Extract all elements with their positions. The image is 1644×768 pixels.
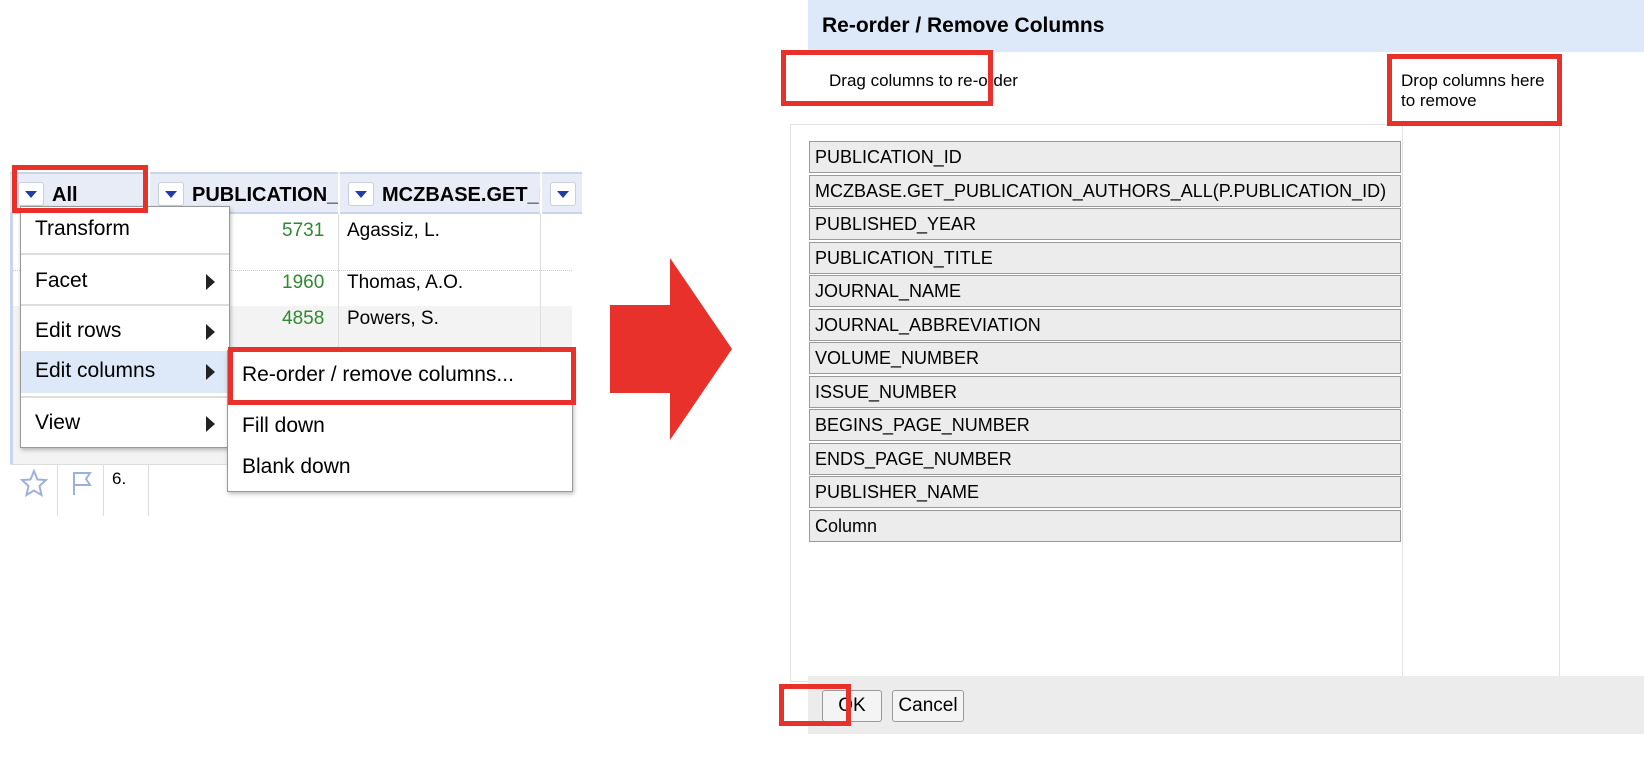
column-list-item-label: JOURNAL_ABBREVIATION <box>815 314 1041 335</box>
column-list-item[interactable]: JOURNAL_NAME <box>809 275 1401 307</box>
chevron-right-icon <box>206 324 215 340</box>
menu-item-view[interactable]: View <box>21 403 229 443</box>
column-list-item-label: PUBLICATION_ID <box>815 147 962 167</box>
column-list-item-label: PUBLISHER_NAME <box>815 482 980 502</box>
column-list-item[interactable]: Column <box>809 509 1401 542</box>
cancel-button[interactable]: Cancel <box>892 690 964 722</box>
menu-separator <box>21 396 229 398</box>
menu-item-label: Facet <box>35 269 88 292</box>
dialog-title: Re-order / Remove Columns <box>822 14 1105 37</box>
column-list-item[interactable]: PUBLICATION_ID <box>809 141 1401 173</box>
menu-item-label: Edit rows <box>35 319 122 342</box>
menu-separator <box>21 304 229 306</box>
publication-id-cell: 5731 <box>282 220 325 241</box>
reorder-remove-columns-dialog: Re-order / Remove Columns Drag columns t… <box>779 0 1644 768</box>
cell-divider <box>57 465 58 516</box>
star-icon[interactable] <box>20 469 48 497</box>
cell-divider <box>148 465 149 516</box>
column-list-item-label: PUBLICATION_TITLE <box>815 247 993 268</box>
menu-item-facet[interactable]: Facet <box>21 261 229 301</box>
column-list-item[interactable]: ENDS_PAGE_NUMBER <box>809 442 1401 475</box>
column-list-item-label: JOURNAL_NAME <box>815 281 962 301</box>
column-list-item[interactable]: PUBLISHER_NAME <box>809 476 1401 508</box>
column-list-item-label: PUBLISHED_YEAR <box>815 214 977 234</box>
menu-item-blank-down[interactable]: Blank down <box>228 447 572 487</box>
column-header-label: PUBLICATION_II <box>192 184 338 206</box>
column-list-item[interactable]: VOLUME_NUMBER <box>809 342 1401 374</box>
dialog-footer: OK Cancel <box>808 676 1644 734</box>
publication-id-cell: 1960 <box>282 272 325 293</box>
arrow-right-icon <box>610 258 732 440</box>
highlight-box <box>12 165 148 213</box>
column-list-item[interactable]: MCZBASE.GET_PUBLICATION_AUTHORS_ALL(P.PU… <box>809 174 1401 207</box>
chevron-right-icon <box>206 416 215 432</box>
remove-drop-zone[interactable] <box>1402 124 1560 682</box>
menu-item-label: Edit columns <box>35 359 156 382</box>
column-list-item[interactable]: PUBLISHED_YEAR <box>809 208 1401 240</box>
column-header-next[interactable] <box>542 172 582 214</box>
flag-icon[interactable] <box>68 469 96 497</box>
column-context-menu: Transform Facet Edit rows Edit columns V… <box>20 206 230 448</box>
chevron-right-icon <box>206 364 215 380</box>
column-header-authors[interactable]: MCZBASE.GET_P <box>340 172 540 214</box>
chevron-down-icon[interactable] <box>348 182 374 206</box>
column-list-item-label: MCZBASE.GET_PUBLICATION_AUTHORS_ALL(P.PU… <box>815 180 1387 201</box>
publication-id-cell: 4858 <box>282 308 325 329</box>
menu-item-edit-rows[interactable]: Edit rows <box>21 311 229 351</box>
column-list-item-label: BEGINS_PAGE_NUMBER <box>815 415 1030 435</box>
chevron-down-icon[interactable] <box>158 182 184 206</box>
highlight-box <box>781 50 993 106</box>
highlight-box <box>779 684 851 726</box>
column-list-item[interactable]: JOURNAL_ABBREVIATION <box>809 308 1401 341</box>
column-order-list: PUBLICATION_ID MCZBASE.GET_PUBLICATION_AU… <box>790 124 1412 682</box>
highlight-box <box>1387 54 1562 126</box>
highlight-box <box>228 347 576 405</box>
column-list-item[interactable]: ISSUE_NUMBER <box>809 375 1401 408</box>
author-cell: Thomas, A.O. <box>347 272 464 293</box>
column-header-label: MCZBASE.GET_P <box>382 184 540 206</box>
menu-item-transform[interactable]: Transform <box>21 209 229 249</box>
menu-item-label: Transform <box>35 217 130 240</box>
column-list-item-label: Column <box>815 515 878 536</box>
column-list-item-label: VOLUME_NUMBER <box>815 348 980 368</box>
column-list-item[interactable]: BEGINS_PAGE_NUMBER <box>809 409 1401 441</box>
row-number: 6. <box>112 469 127 488</box>
menu-item-edit-columns[interactable]: Edit columns <box>21 351 229 393</box>
menu-item-label: Fill down <box>242 414 325 437</box>
column-list-item-label: ISSUE_NUMBER <box>815 381 958 402</box>
menu-separator <box>21 253 229 255</box>
menu-item-label: View <box>35 411 81 434</box>
author-cell: Agassiz, L. <box>347 220 440 241</box>
menu-item-fill-down[interactable]: Fill down <box>228 406 572 446</box>
author-cell: Powers, S. <box>347 308 439 329</box>
menu-item-label: Blank down <box>242 455 351 478</box>
column-list-item[interactable]: PUBLICATION_TITLE <box>809 241 1401 274</box>
dialog-title-bar: Re-order / Remove Columns <box>808 0 1644 52</box>
cell-divider <box>103 465 104 516</box>
column-list-item-label: ENDS_PAGE_NUMBER <box>815 448 1012 469</box>
chevron-down-icon[interactable] <box>550 182 576 206</box>
chevron-right-icon <box>206 274 215 290</box>
